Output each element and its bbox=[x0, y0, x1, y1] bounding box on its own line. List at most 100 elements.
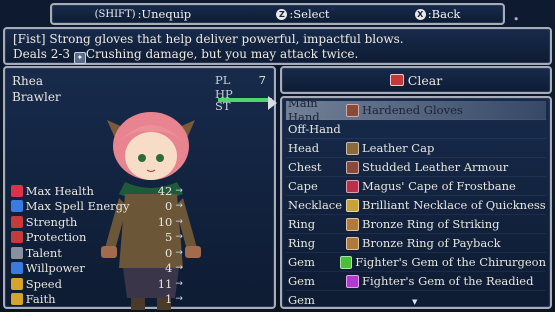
clear-icon bbox=[389, 74, 404, 86]
description-suffix: damage, but you may attack twice. bbox=[145, 47, 359, 61]
talent-icon bbox=[11, 246, 23, 259]
slot-name: Chest bbox=[288, 160, 322, 174]
stats-list: Max Health 42 → Max Spell Energy 0 → Strength 1… bbox=[11, 183, 186, 307]
select-control[interactable]: Z :Select bbox=[276, 7, 330, 21]
equipment-list: Main Hand Hardened Gloves Off-Hand Head Leat… bbox=[280, 96, 552, 309]
slot-name: Gem bbox=[288, 274, 315, 288]
speed-icon bbox=[11, 277, 23, 290]
equipment-slot[interactable]: Gem Fighter's Gem of the Chirurgeon bbox=[286, 253, 546, 272]
character-panel: Rhea Brawler PL 7 HP ST Max Health 42 → Max… bbox=[3, 66, 276, 310]
stat-row: Talent 0 → bbox=[11, 245, 186, 261]
stat-label: Strength bbox=[25, 214, 78, 229]
x-button-icon: X bbox=[414, 8, 426, 20]
ring-icon bbox=[346, 236, 359, 250]
selection-cursor-icon bbox=[268, 96, 277, 110]
stat-row: Willpower 4 → bbox=[11, 261, 186, 277]
equipment-slot[interactable]: Chest Studded Leather Armour bbox=[286, 158, 546, 177]
crushing-icon: ✦ bbox=[73, 52, 86, 64]
arrow-right-icon: → bbox=[175, 216, 183, 227]
clear-label: Clear bbox=[407, 72, 443, 88]
arrow-right-icon: → bbox=[175, 294, 183, 305]
heart-icon bbox=[11, 184, 23, 197]
gem-icon bbox=[346, 274, 359, 288]
clear-button[interactable]: Clear bbox=[280, 66, 552, 94]
cape-icon bbox=[346, 179, 359, 193]
stat-label: Max Spell Energy bbox=[25, 199, 130, 214]
damage-type: Crushing bbox=[85, 47, 142, 61]
shield-icon bbox=[11, 231, 23, 244]
shift-key-label: (SHIFT) bbox=[94, 8, 136, 20]
equipment-slot[interactable]: Gem Fighter's Gem of the Readied bbox=[286, 272, 546, 291]
pl-value: 7 bbox=[258, 73, 266, 87]
slot-item: Fighter's Gem of the Readied bbox=[362, 274, 534, 288]
gem-icon bbox=[340, 255, 353, 269]
slot-item: Magus' Cape of Frostbane bbox=[362, 179, 516, 193]
stat-row: Max Spell Energy 0 → bbox=[11, 199, 186, 215]
arrow-right-icon: → bbox=[175, 278, 183, 289]
equipment-slot[interactable]: Ring Bronze Ring of Payback bbox=[286, 234, 546, 253]
pl-label: PL bbox=[215, 73, 231, 87]
stat-value: 0 bbox=[165, 245, 173, 260]
strength-icon bbox=[11, 215, 23, 228]
controls-bar: (SHIFT) :Unequip Z :Select X :Back bbox=[50, 3, 505, 25]
damage-range: Deals 2-3 bbox=[13, 47, 71, 61]
scroll-down-icon[interactable]: ▼ bbox=[412, 298, 417, 306]
gloves-icon bbox=[346, 103, 359, 117]
slot-item: Hardened Gloves bbox=[362, 103, 463, 117]
slot-name: Gem bbox=[288, 293, 315, 307]
stat-value: 11 bbox=[157, 276, 173, 291]
willpower-icon bbox=[11, 262, 23, 275]
stat-value: 0 bbox=[165, 199, 173, 214]
stat-label: Willpower bbox=[25, 261, 85, 276]
stat-row: Speed 11 → bbox=[11, 276, 186, 292]
stat-row: Max Health 42 → bbox=[11, 183, 186, 199]
slot-item: Leather Cap bbox=[362, 141, 435, 155]
stat-value: 4 bbox=[165, 261, 173, 276]
stat-label: Faith bbox=[25, 292, 56, 307]
slot-name: Off-Hand bbox=[288, 122, 341, 136]
stat-row: Strength 10 → bbox=[11, 214, 186, 230]
unequip-control[interactable]: (SHIFT) :Unequip bbox=[95, 7, 192, 21]
stat-row: Faith 1 → bbox=[11, 292, 186, 308]
necklace-icon bbox=[346, 198, 359, 212]
back-label: :Back bbox=[427, 7, 461, 21]
arrow-right-icon: → bbox=[175, 201, 183, 212]
ring-icon bbox=[346, 217, 359, 231]
character-class: Brawler bbox=[12, 90, 61, 104]
stat-label: Talent bbox=[25, 245, 62, 260]
stat-label: Max Health bbox=[25, 183, 94, 198]
slot-item: Bronze Ring of Payback bbox=[362, 236, 501, 250]
equipment-slot[interactable]: Necklace Brilliant Necklace of Quickness bbox=[286, 196, 546, 215]
cap-icon bbox=[346, 141, 359, 155]
character-name: Rhea bbox=[12, 74, 44, 88]
equipment-slot[interactable]: Head Leather Cap bbox=[286, 139, 546, 158]
description-line-1: [Fist] Strong gloves that help deliver p… bbox=[13, 32, 404, 46]
stat-row: Protection 5 → bbox=[11, 230, 186, 246]
stat-value: 5 bbox=[165, 230, 173, 245]
equipment-slot[interactable]: Cape Magus' Cape of Frostbane bbox=[286, 177, 546, 196]
slot-name: Ring bbox=[288, 217, 316, 231]
equipment-slot[interactable]: Off-Hand bbox=[286, 120, 546, 139]
unequip-label: :Unequip bbox=[137, 7, 192, 21]
arrow-right-icon: → bbox=[175, 232, 183, 243]
select-label: :Select bbox=[289, 7, 330, 21]
slot-name: Ring bbox=[288, 236, 316, 250]
equipment-slot[interactable]: Main Hand Hardened Gloves bbox=[286, 98, 546, 124]
equipment-slot[interactable]: Ring Bronze Ring of Striking bbox=[286, 215, 546, 234]
back-control[interactable]: X :Back bbox=[414, 7, 461, 21]
faith-icon bbox=[11, 293, 23, 306]
slot-name: Necklace bbox=[288, 198, 343, 212]
arrow-right-icon: → bbox=[175, 263, 183, 274]
slot-name: Main Hand bbox=[288, 96, 320, 124]
arrow-right-icon: → bbox=[175, 185, 183, 196]
slot-item: Fighter's Gem of the Chirurgeon bbox=[355, 255, 546, 269]
item-description: [Fist] Strong gloves that help deliver p… bbox=[3, 27, 552, 65]
slot-item: Brilliant Necklace of Quickness bbox=[362, 198, 546, 212]
st-label: ST bbox=[215, 99, 231, 113]
stat-label: Protection bbox=[25, 230, 87, 245]
spell-icon bbox=[11, 200, 23, 213]
stat-value: 1 bbox=[165, 292, 173, 307]
z-button-icon: Z bbox=[276, 8, 288, 20]
description-line-2: Deals 2-3 ✦ Crushing damage, but you may … bbox=[13, 47, 542, 64]
slot-name: Cape bbox=[288, 179, 318, 193]
